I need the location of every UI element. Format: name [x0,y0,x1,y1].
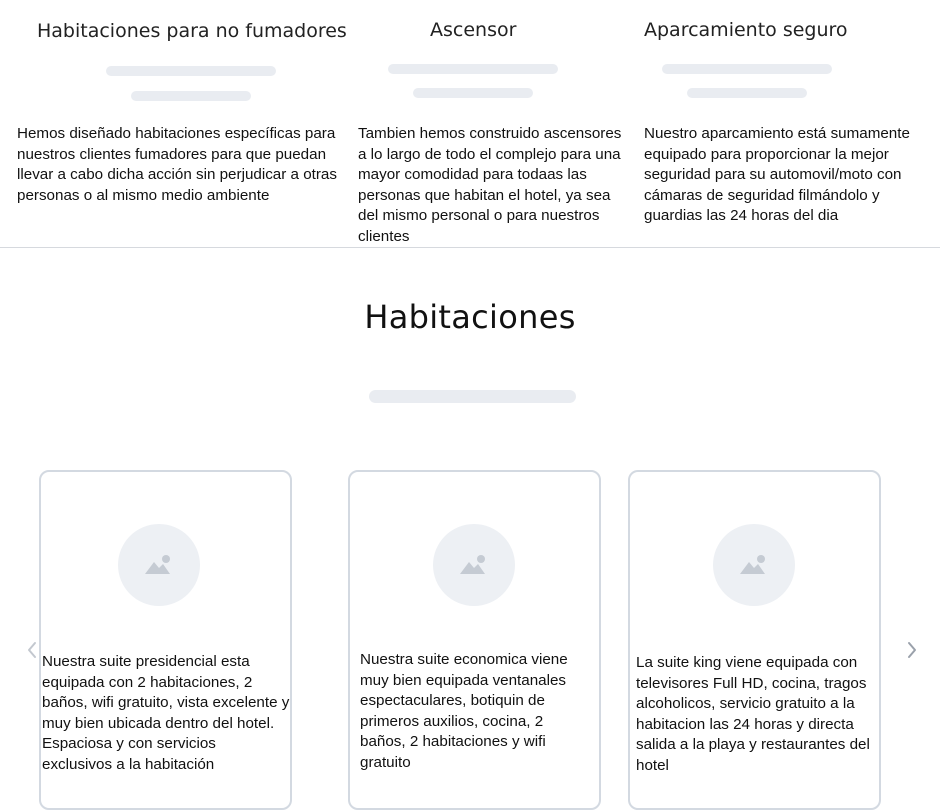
feature-title: Habitaciones para no fumadores [37,20,347,42]
feature-description: Nuestro aparcamiento está sumamente equi… [644,125,910,224]
feature-title: Aparcamiento seguro [644,19,848,41]
chevron-left-icon[interactable] [26,640,38,665]
room-card[interactable]: La suite king viene equipada con televis… [628,470,881,810]
placeholder-bar [369,390,576,403]
room-description: La suite king viene equipada con televis… [636,654,870,774]
rooms-section-title: Habitaciones [364,298,576,336]
feature-title: Ascensor [430,19,517,41]
placeholder-bar [131,91,251,101]
image-placeholder-icon [118,524,200,606]
room-description: Nuestra suite economica viene muy bien e… [360,651,568,771]
room-card[interactable]: Nuestra suite economica viene muy bien e… [348,470,601,810]
placeholder-bar [662,64,832,74]
room-card[interactable]: Nuestra suite presidencial esta equipada… [39,470,292,810]
image-placeholder-icon [713,524,795,606]
feature-description: Hemos diseñado habitaciones específicas … [17,125,337,204]
section-divider [0,247,940,248]
placeholder-bar [413,88,533,98]
placeholder-bar [388,64,558,74]
feature-description: Tambien hemos construido ascensores a lo… [358,125,622,245]
image-placeholder-icon [433,524,515,606]
chevron-right-icon[interactable] [906,640,918,665]
room-description: Nuestra suite presidencial esta equipada… [42,653,290,773]
placeholder-bar [106,66,276,76]
placeholder-bar [687,88,807,98]
